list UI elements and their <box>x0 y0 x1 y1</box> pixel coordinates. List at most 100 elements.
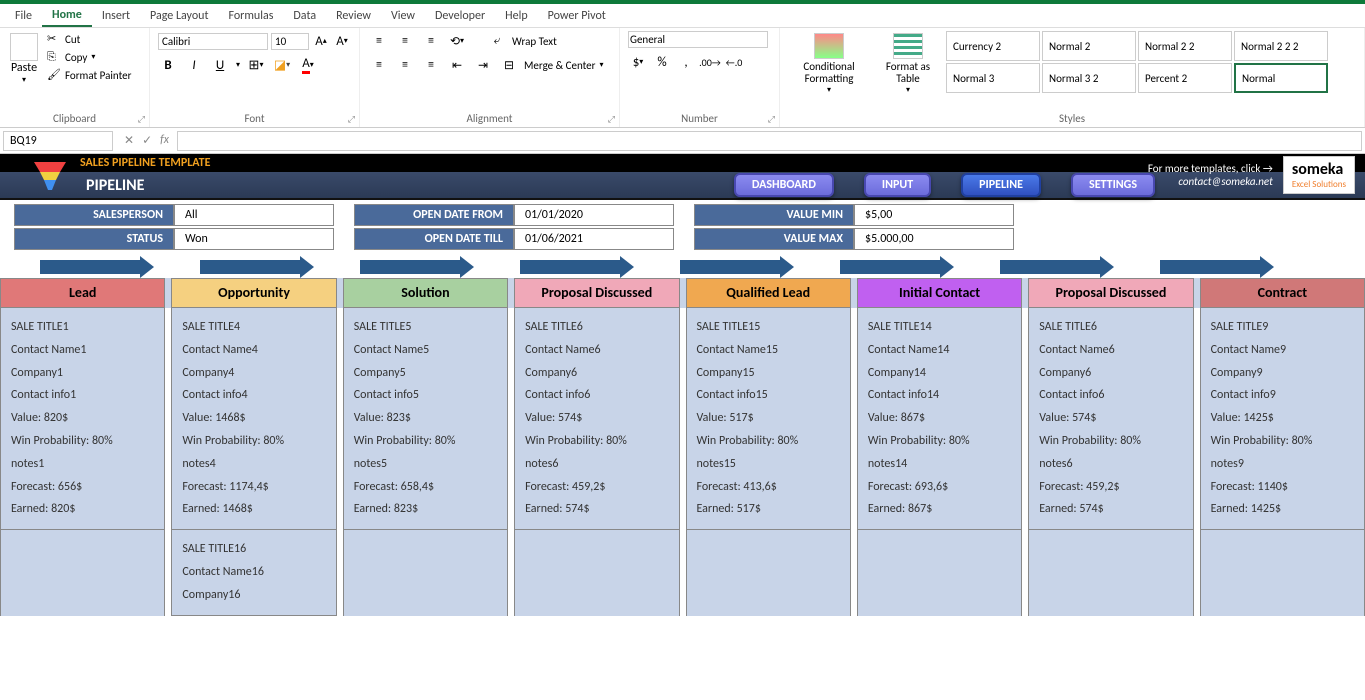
increase-font-button[interactable]: A▴ <box>312 31 330 51</box>
cell-style-4[interactable]: Normal 3 <box>946 63 1040 93</box>
brush-icon: 🖌 <box>47 68 61 82</box>
menu-view[interactable]: View <box>381 6 425 26</box>
formula-bar[interactable] <box>177 131 1362 151</box>
fx-button[interactable]: fx <box>160 133 169 148</box>
format-as-table-button[interactable]: Format as Table▾ <box>872 31 944 103</box>
cell-style-2[interactable]: Normal 2 2 <box>1138 31 1232 61</box>
stage-header[interactable]: Qualified Lead <box>686 278 851 308</box>
align-top-button[interactable]: ≡ <box>368 31 390 51</box>
borders-button[interactable]: ⊞▾ <box>246 55 266 75</box>
menu-help[interactable]: Help <box>495 6 538 26</box>
menu-review[interactable]: Review <box>326 6 381 26</box>
number-launcher[interactable]: ⤢ <box>768 114 775 125</box>
cell-style-7[interactable]: Normal <box>1234 63 1328 93</box>
align-left-button[interactable]: ≡ <box>368 55 390 75</box>
font-launcher[interactable]: ⤢ <box>348 114 355 125</box>
stage-header[interactable]: Lead <box>0 278 165 308</box>
stage-header[interactable]: Contract <box>1200 278 1365 308</box>
paste-button[interactable]: Paste▾ <box>8 31 40 87</box>
menu-page-layout[interactable]: Page Layout <box>140 6 218 26</box>
ribbon-styles: Conditional Formatting▾ Format as Table▾… <box>780 28 1365 127</box>
pipeline-card[interactable]: SALE TITLE15Contact Name15Company15Conta… <box>687 308 850 530</box>
cell-style-1[interactable]: Normal 2 <box>1042 31 1136 61</box>
italic-button[interactable]: I <box>184 55 204 75</box>
orientation-button[interactable]: ⟲▾ <box>446 31 468 51</box>
pipeline-card[interactable]: SALE TITLE4Contact Name4Company4Contact … <box>172 308 335 530</box>
wrap-text-button[interactable]: ⤶ <box>486 31 508 51</box>
stage-arrow <box>40 260 140 274</box>
pipeline-card[interactable]: SALE TITLE14Contact Name14Company14Conta… <box>858 308 1021 530</box>
enter-formula-button[interactable]: ✓ <box>142 133 152 148</box>
cell-style-3[interactable]: Normal 2 2 2 <box>1234 31 1328 61</box>
decrease-font-button[interactable]: A▾ <box>333 31 351 51</box>
name-box[interactable] <box>3 131 113 151</box>
cell-style-6[interactable]: Percent 2 <box>1138 63 1232 93</box>
filter-value[interactable]: $5.000,00 <box>854 228 1014 250</box>
font-size-select[interactable] <box>271 33 309 50</box>
font-color-button[interactable]: A▾ <box>298 55 318 75</box>
pipeline-card[interactable]: SALE TITLE16Contact Name16Company16 <box>172 530 335 615</box>
menu-data[interactable]: Data <box>283 6 326 26</box>
nav-input[interactable]: INPUT <box>864 173 931 197</box>
increase-indent-button[interactable]: ⇥ <box>472 55 494 75</box>
menu-file[interactable]: File <box>5 6 42 26</box>
comma-button[interactable]: , <box>676 52 696 72</box>
underline-button[interactable]: U <box>210 55 230 75</box>
conditional-formatting-button[interactable]: Conditional Formatting▾ <box>788 31 870 103</box>
filter-value[interactable]: $5,00 <box>854 204 1014 226</box>
copy-button[interactable]: ⎘Copy ▾ <box>44 49 134 65</box>
menu-home[interactable]: Home <box>42 5 92 27</box>
number-format-select[interactable] <box>628 31 768 48</box>
filter-label: VALUE MIN <box>694 204 854 226</box>
stage-header[interactable]: Solution <box>343 278 508 308</box>
menu-power-pivot[interactable]: Power Pivot <box>538 6 616 26</box>
filter-value[interactable]: 01/06/2021 <box>514 228 674 250</box>
pipeline-card[interactable]: SALE TITLE5Contact Name5Company5Contact … <box>344 308 507 530</box>
stage-header[interactable]: Proposal Discussed <box>1028 278 1193 308</box>
cell-style-0[interactable]: Currency 2 <box>946 31 1040 61</box>
increase-decimal-button[interactable]: .00→ <box>700 52 720 72</box>
bold-button[interactable]: B <box>158 55 178 75</box>
decrease-indent-button[interactable]: ⇤ <box>446 55 468 75</box>
format-painter-button[interactable]: 🖌Format Painter <box>44 67 134 83</box>
filter-label: OPEN DATE FROM <box>354 204 514 226</box>
font-name-select[interactable] <box>158 33 268 50</box>
align-middle-button[interactable]: ≡ <box>394 31 416 51</box>
table-icon <box>893 33 923 59</box>
stage-arrow <box>360 260 460 274</box>
menu-formulas[interactable]: Formulas <box>218 6 283 26</box>
alignment-launcher[interactable]: ⤢ <box>608 114 615 125</box>
stage-header[interactable]: Initial Contact <box>857 278 1022 308</box>
fill-color-button[interactable]: ◪▾ <box>272 55 292 75</box>
cut-button[interactable]: ✂Cut <box>44 31 134 47</box>
align-center-button[interactable]: ≡ <box>394 55 416 75</box>
someka-logo: someka Excel Solutions <box>1283 156 1355 194</box>
pipeline-card[interactable]: SALE TITLE6Contact Name6Company6Contact … <box>1029 308 1192 530</box>
align-right-button[interactable]: ≡ <box>420 55 442 75</box>
merge-button[interactable]: ⊟ <box>498 55 520 75</box>
cell-style-5[interactable]: Normal 3 2 <box>1042 63 1136 93</box>
stage-arrow <box>840 260 940 274</box>
pipeline-card[interactable]: SALE TITLE6Contact Name6Company6Contact … <box>515 308 678 530</box>
pipeline-card[interactable]: SALE TITLE1Contact Name1Company1Contact … <box>1 308 164 530</box>
stage-header[interactable]: Proposal Discussed <box>514 278 679 308</box>
nav-dashboard[interactable]: DASHBOARD <box>734 173 834 197</box>
pipeline-card[interactable]: SALE TITLE9Contact Name9Company9Contact … <box>1201 308 1364 530</box>
nav-pipeline[interactable]: PIPELINE <box>961 173 1041 197</box>
align-bottom-button[interactable]: ≡ <box>420 31 442 51</box>
ribbon-font: A▴ A▾ B I U ▾ ⊞▾ ◪▾ A▾ Font⤢ <box>150 28 360 127</box>
filter-value[interactable]: 01/01/2020 <box>514 204 674 226</box>
nav-settings[interactable]: SETTINGS <box>1071 173 1155 197</box>
clipboard-launcher[interactable]: ⤢ <box>138 114 145 125</box>
filter-value[interactable]: All <box>174 204 334 226</box>
more-templates-link[interactable]: For more templates, click → <box>1148 162 1273 175</box>
menu-developer[interactable]: Developer <box>425 6 495 26</box>
percent-button[interactable]: % <box>652 52 672 72</box>
currency-button[interactable]: $▾ <box>628 52 648 72</box>
menu-insert[interactable]: Insert <box>92 6 140 26</box>
section-label: PIPELINE <box>86 176 144 195</box>
stage-header[interactable]: Opportunity <box>171 278 336 308</box>
filter-value[interactable]: Won <box>174 228 334 250</box>
decrease-decimal-button[interactable]: ←.0 <box>724 52 744 72</box>
cancel-formula-button[interactable]: ✕ <box>124 133 134 148</box>
